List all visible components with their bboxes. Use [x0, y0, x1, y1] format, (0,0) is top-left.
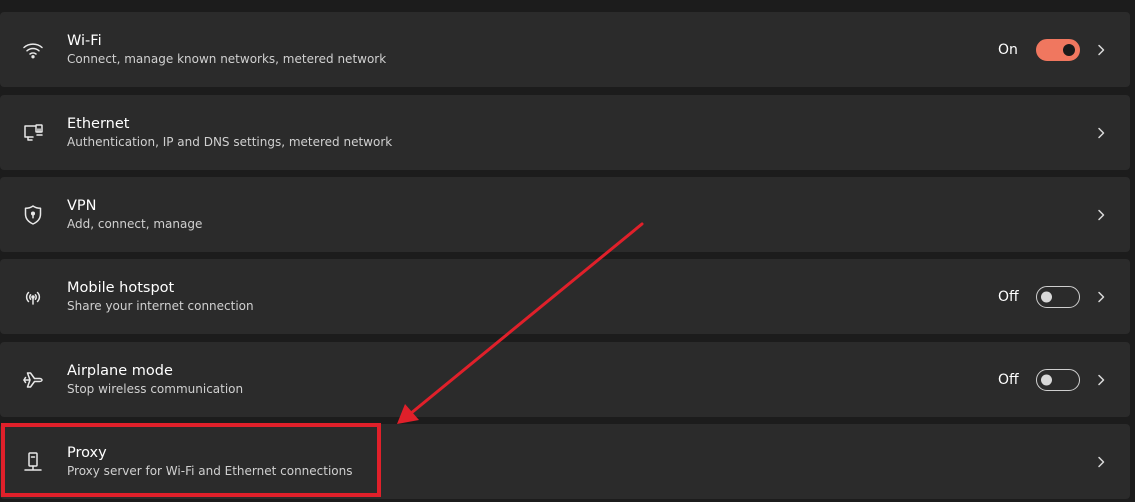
hotspot-icon	[20, 284, 46, 310]
wifi-title: Wi-Fi	[67, 32, 102, 49]
proxy-subtitle: Proxy server for Wi-Fi and Ethernet conn…	[67, 463, 353, 478]
wifi-toggle-knob	[1063, 43, 1075, 56]
airplane-mode-toggle-knob	[1041, 374, 1052, 385]
mobile-hotspot-toggle-group: Off	[998, 285, 1080, 308]
airplane-icon	[20, 367, 46, 393]
wifi-toggle-state: On	[998, 41, 1018, 58]
ethernet-row[interactable]: Ethernet Authentication, IP and DNS sett…	[0, 95, 1130, 170]
airplane-mode-title: Airplane mode	[67, 362, 173, 379]
vpn-row[interactable]: VPN Add, connect, manage	[0, 177, 1130, 252]
network-settings-page: Wi-Fi Connect, manage known networks, me…	[0, 0, 1135, 502]
airplane-mode-toggle-state: Off	[998, 371, 1019, 388]
wifi-toggle-group: On	[998, 38, 1080, 61]
airplane-mode-text: Airplane mode Stop wireless communicatio…	[67, 362, 243, 398]
vpn-text: VPN Add, connect, manage	[67, 197, 202, 233]
mobile-hotspot-row[interactable]: Mobile hotspot Share your internet conne…	[0, 259, 1130, 334]
wifi-icon	[20, 37, 46, 63]
chevron-right-icon	[1094, 373, 1108, 387]
wifi-subtitle: Connect, manage known networks, metered …	[67, 51, 387, 66]
proxy-icon	[20, 449, 46, 475]
airplane-mode-toggle-group: Off	[998, 368, 1080, 391]
proxy-title: Proxy	[67, 444, 107, 461]
wifi-toggle[interactable]	[1036, 38, 1080, 61]
proxy-row[interactable]: Proxy Proxy server for Wi-Fi and Etherne…	[0, 424, 1130, 499]
airplane-mode-row[interactable]: Airplane mode Stop wireless communicatio…	[0, 342, 1130, 417]
mobile-hotspot-subtitle: Share your internet connection	[67, 298, 254, 313]
mobile-hotspot-text: Mobile hotspot Share your internet conne…	[67, 279, 254, 315]
mobile-hotspot-toggle-knob	[1041, 291, 1052, 302]
vpn-title: VPN	[67, 197, 97, 214]
airplane-mode-toggle[interactable]	[1036, 368, 1080, 391]
chevron-right-icon	[1094, 455, 1108, 469]
ethernet-text: Ethernet Authentication, IP and DNS sett…	[67, 115, 392, 151]
vpn-subtitle: Add, connect, manage	[67, 216, 203, 231]
mobile-hotspot-toggle[interactable]	[1036, 285, 1080, 308]
shield-icon	[20, 202, 46, 228]
chevron-right-icon	[1094, 43, 1108, 57]
wifi-text: Wi-Fi Connect, manage known networks, me…	[67, 32, 386, 68]
mobile-hotspot-toggle-state: Off	[998, 288, 1019, 305]
ethernet-title: Ethernet	[67, 115, 130, 132]
proxy-text: Proxy Proxy server for Wi-Fi and Etherne…	[67, 444, 353, 480]
chevron-right-icon	[1094, 208, 1108, 222]
chevron-right-icon	[1094, 126, 1108, 140]
mobile-hotspot-title: Mobile hotspot	[67, 279, 175, 296]
chevron-right-icon	[1094, 290, 1108, 304]
ethernet-icon	[20, 120, 46, 146]
airplane-mode-subtitle: Stop wireless communication	[67, 381, 244, 396]
ethernet-subtitle: Authentication, IP and DNS settings, met…	[67, 134, 393, 149]
wifi-row[interactable]: Wi-Fi Connect, manage known networks, me…	[0, 12, 1130, 87]
